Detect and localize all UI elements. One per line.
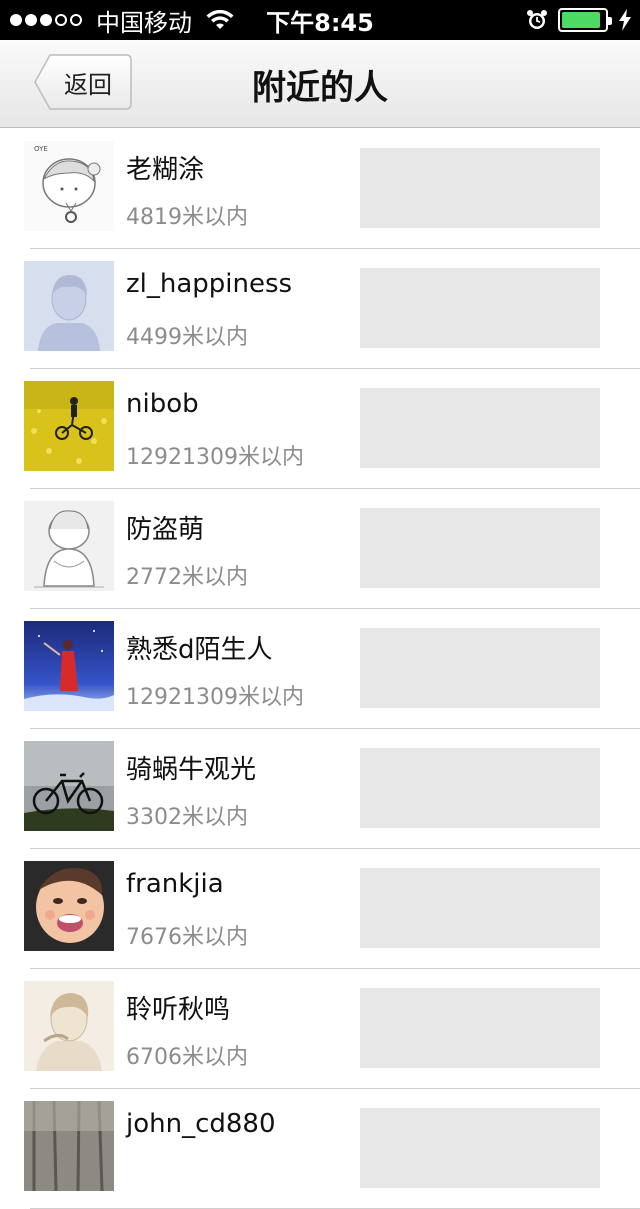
- person-distance: 6706米以内: [126, 1045, 248, 1070]
- person-distance: 7676米以内: [126, 925, 248, 950]
- baby-avatar-icon: [24, 861, 114, 951]
- signature-placeholder: [360, 868, 600, 948]
- carrier-name: 中国移动: [96, 8, 192, 37]
- night-figure-avatar-icon: [24, 621, 114, 711]
- navigation-bar: 返回 附近的人: [0, 40, 640, 128]
- avatar: [24, 981, 114, 1071]
- person-name: 骑蜗牛观光: [126, 755, 257, 785]
- avatar: [24, 381, 114, 471]
- person-distance: 2772米以内: [126, 565, 248, 590]
- avatar: [24, 861, 114, 951]
- avatar: [24, 1101, 114, 1191]
- avatar: OYE: [24, 141, 114, 231]
- person-name: 老糊涂: [126, 155, 205, 185]
- person-distance: 12921309米以内: [126, 685, 304, 710]
- list-item[interactable]: 防盗萌 2772米以内: [0, 489, 640, 609]
- person-name: frankjia: [126, 869, 224, 899]
- person-name: 聆听秋鸣: [126, 995, 231, 1025]
- avatar: [24, 741, 114, 831]
- list-item[interactable]: 聆听秋鸣 6706米以内: [0, 969, 640, 1089]
- charging-bolt-icon: [619, 9, 631, 31]
- list-item[interactable]: 熟悉d陌生人 12921309米以内: [0, 609, 640, 729]
- nearby-people-list: OYE 老糊涂 4819米以内 zl_happiness 4499米以内 nib…: [0, 129, 640, 1209]
- svg-text:OYE: OYE: [34, 145, 48, 153]
- signature-placeholder: [360, 388, 600, 468]
- avatar: [24, 261, 114, 351]
- forest-avatar-icon: [24, 1101, 114, 1191]
- list-item[interactable]: john_cd880: [0, 1089, 640, 1209]
- default-silhouette-avatar-icon: [24, 261, 114, 351]
- signature-placeholder: [360, 748, 600, 828]
- wifi-icon: [206, 10, 234, 29]
- person-name: 熟悉d陌生人: [126, 635, 273, 665]
- person-name: zl_happiness: [126, 269, 293, 299]
- person-distance: 4499米以内: [126, 325, 248, 350]
- signature-placeholder: [360, 628, 600, 708]
- signature-placeholder: [360, 148, 600, 228]
- battery-icon: [558, 8, 612, 32]
- signature-placeholder: [360, 1108, 600, 1188]
- sketch-girl-avatar-icon: OYE: [24, 141, 114, 231]
- list-item[interactable]: frankjia 7676米以内: [0, 849, 640, 969]
- person-name: john_cd880: [126, 1109, 276, 1139]
- signal-strength-icon: [10, 14, 82, 26]
- person-name: nibob: [126, 389, 199, 419]
- beige-sketch-avatar-icon: [24, 981, 114, 1071]
- status-right: [526, 0, 632, 40]
- signature-placeholder: [360, 268, 600, 348]
- page-title: 附近的人: [252, 67, 388, 108]
- list-item[interactable]: zl_happiness 4499米以内: [0, 249, 640, 369]
- avatar: [24, 501, 114, 591]
- avatar: [24, 621, 114, 711]
- person-distance: 12921309米以内: [126, 445, 304, 470]
- list-item[interactable]: 骑蜗牛观光 3302米以内: [0, 729, 640, 849]
- bicycle-avatar-icon: [24, 741, 114, 831]
- alarm-clock-icon: [527, 10, 547, 29]
- person-distance: 3302米以内: [126, 805, 248, 830]
- person-distance: 4819米以内: [126, 205, 248, 230]
- sketch-kneeling-avatar-icon: [24, 501, 114, 591]
- status-bar: 中国移动 下午8:45: [0, 0, 640, 40]
- status-left: 中国移动: [0, 3, 234, 38]
- field-cyclist-avatar-icon: [24, 381, 114, 471]
- list-item[interactable]: OYE 老糊涂 4819米以内: [0, 129, 640, 249]
- signature-placeholder: [360, 988, 600, 1068]
- list-item[interactable]: nibob 12921309米以内: [0, 369, 640, 489]
- person-name: 防盗萌: [126, 515, 205, 545]
- signature-placeholder: [360, 508, 600, 588]
